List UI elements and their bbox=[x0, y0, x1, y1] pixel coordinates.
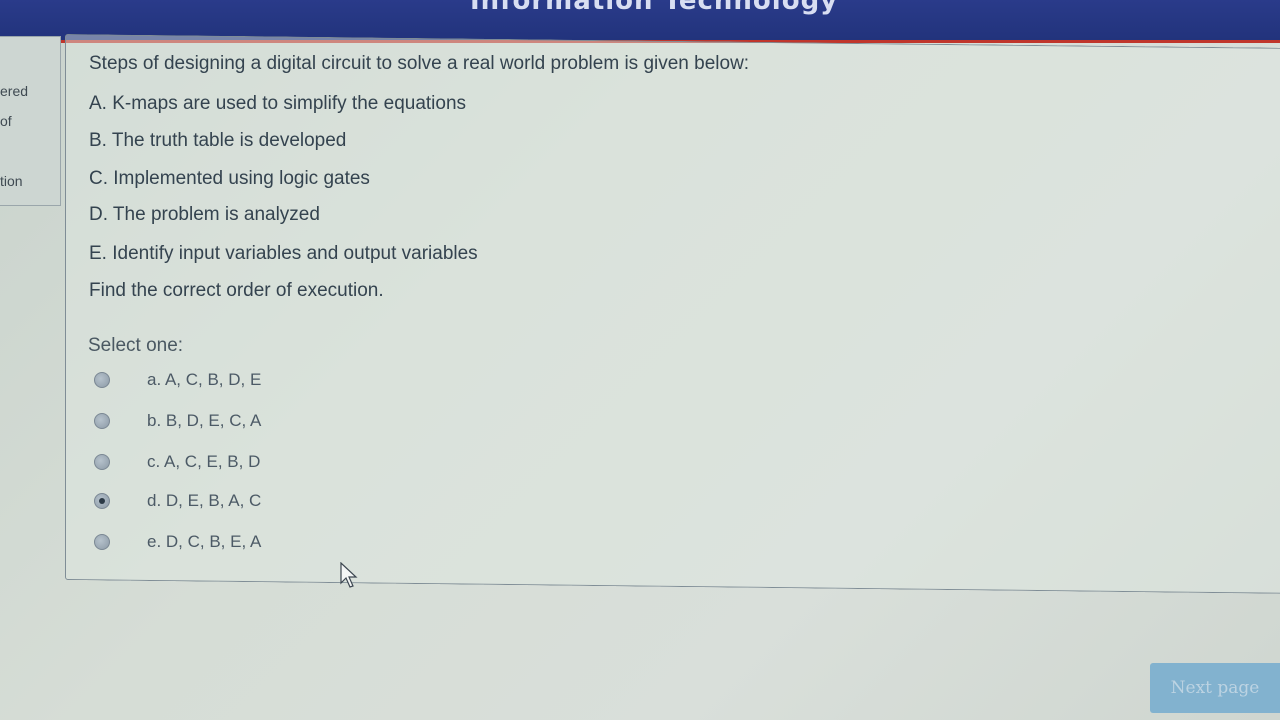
question-step-e: E. Identify input variables and output v… bbox=[89, 243, 478, 264]
answer-option-a[interactable]: a. A, C, B, D, E bbox=[94, 368, 261, 392]
question-intro: Steps of designing a digital circuit to … bbox=[89, 53, 750, 74]
question-step-a: A. K-maps are used to simplify the equat… bbox=[89, 93, 467, 114]
question-step-d: D. The problem is analyzed bbox=[89, 204, 320, 225]
radio-button-a[interactable] bbox=[94, 372, 110, 388]
answer-option-label: d. D, E, B, A, C bbox=[147, 491, 262, 510]
radio-button-d[interactable] bbox=[94, 493, 110, 509]
answer-option-c[interactable]: c. A, C, E, B, D bbox=[94, 450, 260, 474]
answer-option-b[interactable]: b. B, D, E, C, A bbox=[94, 409, 261, 433]
next-page-button[interactable]: Next page bbox=[1150, 663, 1280, 713]
answer-option-label: a. A, C, B, D, E bbox=[147, 370, 262, 389]
answer-option-label: c. A, C, E, B, D bbox=[147, 452, 261, 471]
radio-button-c[interactable] bbox=[94, 454, 110, 470]
question-step-c: C. Implemented using logic gates bbox=[89, 168, 370, 189]
radio-button-b[interactable] bbox=[94, 413, 110, 429]
side-label-question: tion bbox=[0, 173, 23, 189]
answer-option-label: e. D, C, B, E, A bbox=[147, 532, 262, 551]
radio-button-e[interactable] bbox=[94, 534, 110, 550]
answer-option-e[interactable]: e. D, C, B, E, A bbox=[94, 530, 261, 554]
question-step-b: B. The truth table is developed bbox=[89, 130, 347, 151]
side-label-of: of bbox=[0, 113, 12, 129]
question-prompt: Find the correct order of execution. bbox=[89, 280, 384, 301]
select-one-label: Select one: bbox=[88, 335, 184, 356]
mouse-cursor-icon bbox=[340, 562, 358, 588]
answer-option-label: b. B, D, E, C, A bbox=[147, 411, 262, 430]
site-title: Information Technology bbox=[470, 0, 839, 16]
quiz-info-panel: ered of tion bbox=[0, 36, 61, 206]
side-label-answered: ered bbox=[0, 83, 29, 99]
answer-option-d[interactable]: d. D, E, B, A, C bbox=[94, 489, 261, 513]
